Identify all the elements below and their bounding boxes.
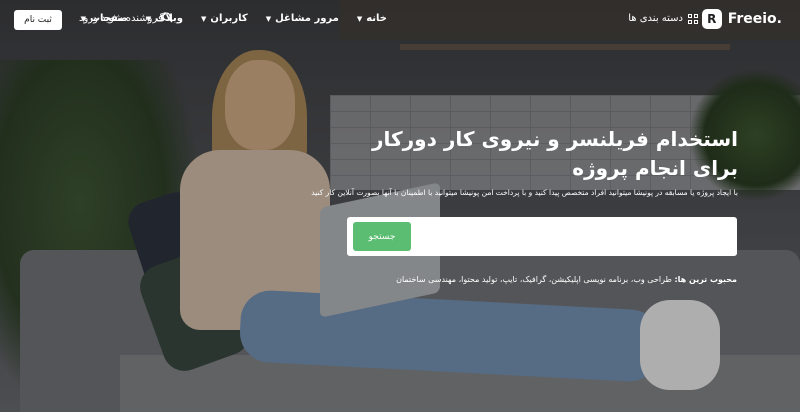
search-input[interactable] [413, 223, 732, 252]
categories-menu[interactable]: دسته بندی ها [628, 13, 698, 24]
nav-item-users[interactable]: کاربران ▼ [201, 13, 248, 24]
hero-overlay [0, 0, 800, 412]
grid-icon [688, 13, 698, 24]
nav-item-home[interactable]: خانه ▼ [357, 13, 387, 24]
logo-text: Freeio. [727, 11, 782, 27]
hero-title-line: برای انجام پروژه [572, 156, 738, 180]
nav-label: مرور مشاغل [275, 13, 339, 24]
nav-item-browse-jobs[interactable]: مرور مشاغل ▼ [266, 13, 339, 24]
logo-icon: R [701, 9, 722, 29]
hero-section: R Freeio. دسته بندی ها خانه ▼ مرور مشاغل… [0, 0, 800, 412]
login-link[interactable]: ورود [79, 13, 98, 24]
signup-button[interactable]: ثبت نام [14, 10, 62, 30]
top-header: R Freeio. دسته بندی ها خانه ▼ مرور مشاغل… [0, 0, 800, 40]
hero-title: استخدام فریلنسر و نیروی کار دورکار برای … [308, 125, 738, 183]
become-seller-link[interactable]: فروشنده شوید [101, 13, 163, 24]
categories-label: دسته بندی ها [628, 13, 683, 24]
caret-down-icon: ▼ [265, 14, 272, 23]
logo[interactable]: R Freeio. [701, 9, 782, 29]
nav-label: کاربران [210, 13, 248, 24]
hero-title-line: استخدام فریلنسر و نیروی کار دورکار [372, 127, 738, 151]
popular-label: محبوب ترین ها: [674, 275, 737, 284]
hero-search-box: جستجو [347, 217, 737, 256]
nav-label: خانه [366, 13, 387, 24]
caret-down-icon: ▼ [356, 14, 363, 23]
popular-searches: محبوب ترین ها: طراحی وب، برنامه نویسی اپ… [396, 275, 737, 284]
hero-subtitle: با ایجاد پروژه یا مسابقه در پونیشا میتوا… [311, 188, 738, 197]
search-button[interactable]: جستجو [353, 222, 411, 251]
search-icon[interactable] [162, 12, 173, 23]
popular-items[interactable]: طراحی وب، برنامه نویسی اپلیکیشن، گرافیک،… [396, 275, 672, 284]
caret-down-icon: ▼ [201, 14, 207, 23]
